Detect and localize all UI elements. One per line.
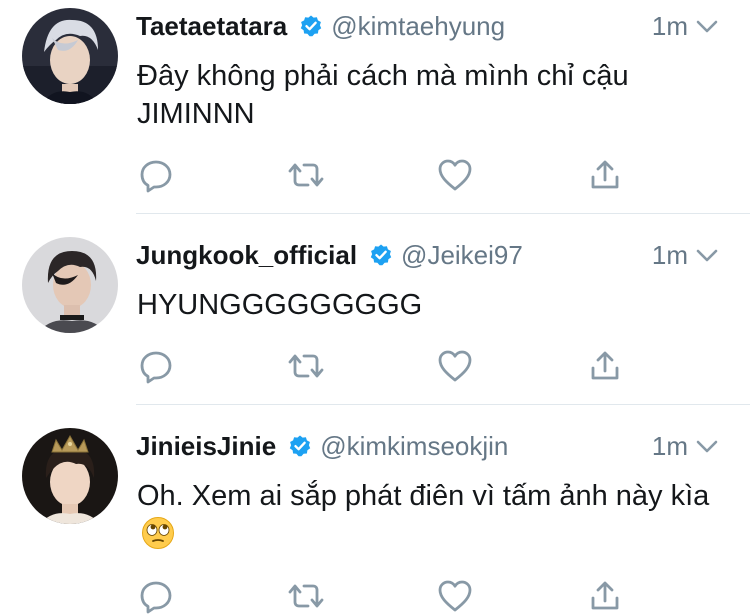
- timestamp[interactable]: 1m: [652, 431, 688, 462]
- tweet-text: Oh. Xem ai sắp phát điên vì tấm ảnh này …: [137, 480, 710, 512]
- like-button[interactable]: [435, 348, 475, 384]
- avatar-jungkook-official[interactable]: [22, 237, 118, 333]
- tweet-divider: [136, 404, 750, 405]
- avatar-jinieisjinie[interactable]: [22, 428, 118, 524]
- chevron-down-icon[interactable]: [694, 13, 720, 39]
- tweet-text: HYUNGGGGGGGGG: [137, 289, 423, 321]
- tweet-text-container: Oh. Xem ai sắp phát điên vì tấm ảnh này …: [137, 477, 727, 560]
- rolling-eyes-emoji: [141, 516, 175, 560]
- reply-button[interactable]: [136, 157, 176, 193]
- share-button[interactable]: [585, 157, 625, 193]
- tweet-divider: [136, 213, 750, 214]
- chevron-down-icon[interactable]: [694, 433, 720, 459]
- heart-icon: [438, 580, 472, 612]
- handle[interactable]: @Jeikei97: [401, 240, 523, 271]
- verified-badge-icon: [288, 434, 312, 458]
- share-icon: [591, 351, 619, 380]
- retweet-button[interactable]: [286, 578, 326, 614]
- reply-button[interactable]: [136, 348, 176, 384]
- tweet-text: Đây không phải cách mà mình chỉ cậu JIMI…: [137, 60, 629, 130]
- chevron-down-icon[interactable]: [694, 242, 720, 268]
- share-button[interactable]: [585, 348, 625, 384]
- like-button[interactable]: [435, 157, 475, 193]
- share-icon: [591, 581, 619, 610]
- reply-icon: [140, 581, 172, 614]
- display-name[interactable]: Jungkook_official: [136, 240, 357, 271]
- display-name[interactable]: Taetaetatara: [136, 11, 287, 42]
- heart-icon: [438, 350, 472, 382]
- avatar-taetaetatara[interactable]: [22, 8, 118, 104]
- timestamp[interactable]: 1m: [652, 240, 688, 271]
- retweet-icon: [288, 163, 324, 187]
- share-icon: [591, 160, 619, 189]
- like-button[interactable]: [435, 578, 475, 614]
- reply-icon: [140, 351, 172, 384]
- reply-icon: [140, 160, 172, 193]
- timestamp[interactable]: 1m: [652, 11, 688, 42]
- verified-badge-icon: [369, 243, 393, 267]
- verified-badge-icon: [299, 14, 323, 38]
- reply-button[interactable]: [136, 578, 176, 614]
- retweet-button[interactable]: [286, 157, 326, 193]
- retweet-icon: [288, 584, 324, 608]
- handle[interactable]: @kimkimseokjin: [320, 431, 508, 462]
- retweet-icon: [288, 354, 324, 378]
- heart-icon: [438, 159, 472, 191]
- share-button[interactable]: [585, 578, 625, 614]
- handle[interactable]: @kimtaehyung: [331, 11, 505, 42]
- display-name[interactable]: JinieisJinie: [136, 431, 276, 462]
- retweet-button[interactable]: [286, 348, 326, 384]
